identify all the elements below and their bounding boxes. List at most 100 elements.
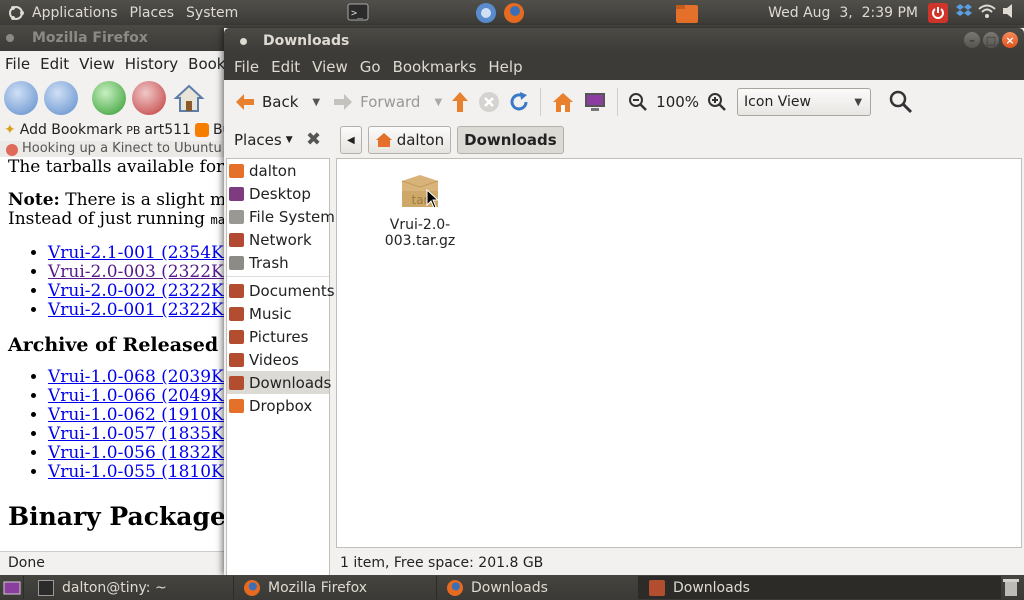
sidebar-item-label: Pictures xyxy=(249,327,309,346)
archive-link[interactable]: Vrui-1.0-062 (1910KB xyxy=(48,405,236,425)
minimize-icon[interactable]: – xyxy=(964,32,980,48)
task-label: Downloads xyxy=(673,579,750,596)
task-firefox[interactable]: Mozilla Firefox xyxy=(234,576,437,599)
wifi-icon[interactable] xyxy=(978,3,996,23)
toolbar-separator xyxy=(617,88,619,116)
status-text: 1 item, Free space: 201.8 GB xyxy=(340,555,544,571)
stop-button[interactable] xyxy=(474,86,504,118)
forward-button[interactable]: Forward ▼ xyxy=(328,86,446,118)
sidebar-item-dropbox[interactable]: Dropbox xyxy=(227,394,329,417)
view-mode-select[interactable]: Icon View ▼ xyxy=(737,88,872,116)
home-folder-launcher-icon[interactable] xyxy=(675,2,698,23)
system-menu[interactable]: System xyxy=(180,5,244,21)
ubuntu-logo-icon[interactable] xyxy=(6,3,26,23)
applications-menu[interactable]: Applications xyxy=(26,5,124,21)
chromium-launcher-icon[interactable] xyxy=(475,2,497,23)
sidebar-item-filesystem[interactable]: File System xyxy=(227,205,335,228)
ff-menu-view[interactable]: View xyxy=(74,55,120,73)
bm-pb[interactable]: PB xyxy=(126,124,140,137)
zoom-level[interactable]: 100% xyxy=(652,93,703,111)
nautilus-titlebar[interactable]: Downloads – □ × xyxy=(224,28,1024,54)
sidebar-item-network[interactable]: Network xyxy=(227,228,329,251)
add-bookmark-icon[interactable]: ✦ xyxy=(4,122,16,138)
bm-art511[interactable]: art511 xyxy=(144,122,191,138)
archive-link[interactable]: Vrui-1.0-066 (2049KB xyxy=(48,386,236,406)
sidebar-divider xyxy=(227,276,329,277)
zoom-out-button[interactable] xyxy=(624,86,652,118)
note-label: Note: xyxy=(8,190,60,210)
release-link[interactable]: Vrui-2.1-001 (2354KB xyxy=(48,243,236,263)
forward-arrow-icon xyxy=(334,94,353,110)
path-scroll-left-button[interactable]: ◀ xyxy=(340,126,362,154)
clock[interactable]: Wed Aug 3, 2:39 PM xyxy=(762,5,924,21)
task-terminal[interactable]: dalton@tiny: ~ xyxy=(24,576,234,599)
window-menu-icon[interactable] xyxy=(240,37,247,45)
sidebar-item-downloads[interactable]: Downloads xyxy=(227,371,331,394)
ff-menu-history[interactable]: History xyxy=(120,55,183,73)
sidebar-item-trash[interactable]: Trash xyxy=(227,251,329,274)
home-button[interactable] xyxy=(547,86,579,118)
task-downloads-firefox[interactable]: Downloads xyxy=(437,576,639,599)
path-button-downloads[interactable]: Downloads xyxy=(457,126,564,154)
places-sidebar: dalton Desktop File System Network Trash… xyxy=(226,158,335,576)
ff-reload-icon[interactable] xyxy=(92,81,126,115)
archive-link[interactable]: Vrui-1.0-056 (1832KB xyxy=(48,443,236,463)
zoom-in-button[interactable] xyxy=(703,86,731,118)
firefox-icon xyxy=(244,579,260,596)
sidebar-item-label: Dropbox xyxy=(249,396,313,415)
archive-link[interactable]: Vrui-1.0-068 (2039KB xyxy=(48,367,236,387)
terminal-launcher-icon[interactable]: >_ xyxy=(347,2,369,23)
sidebar-item-dalton[interactable]: dalton xyxy=(227,159,329,182)
show-desktop-icon[interactable] xyxy=(0,576,24,599)
sidebar-item-videos[interactable]: Videos xyxy=(227,348,329,371)
back-history-chevron-down-icon[interactable]: ▼ xyxy=(312,97,320,108)
window-menu-icon[interactable] xyxy=(6,34,14,42)
sidebar-item-music[interactable]: Music xyxy=(227,302,329,325)
close-icon[interactable]: × xyxy=(1002,32,1018,48)
ff-back-icon[interactable] xyxy=(4,81,38,115)
menu-edit[interactable]: Edit xyxy=(265,58,306,76)
power-icon[interactable] xyxy=(928,2,948,23)
menu-go[interactable]: Go xyxy=(354,58,387,76)
ff-stop-icon[interactable] xyxy=(132,81,166,115)
reload-button[interactable] xyxy=(504,86,534,118)
sidebar-item-pictures[interactable]: Pictures xyxy=(227,325,329,348)
archive-link[interactable]: Vrui-1.0-057 (1835KB xyxy=(48,424,236,444)
task-downloads-nautilus[interactable]: Downloads xyxy=(639,576,1001,599)
file-icon-view[interactable]: tar Vrui-2.0-003.tar.gz xyxy=(336,158,1022,548)
trash-applet-icon[interactable] xyxy=(1002,577,1020,597)
release-link[interactable]: Vrui-2.0-003 (2322KB xyxy=(48,262,236,282)
forward-history-chevron-down-icon[interactable]: ▼ xyxy=(434,97,442,108)
blogger-icon[interactable] xyxy=(194,123,209,137)
firefox-launcher-icon[interactable] xyxy=(502,2,524,23)
dropbox-icon[interactable] xyxy=(956,3,972,23)
menu-bookmarks[interactable]: Bookmarks xyxy=(387,58,483,76)
up-button[interactable] xyxy=(446,86,474,118)
file-item[interactable]: tar Vrui-2.0-003.tar.gz xyxy=(355,171,485,249)
menu-file[interactable]: File xyxy=(228,58,265,76)
ff-menu-edit[interactable]: Edit xyxy=(35,55,74,73)
ff-home-icon[interactable] xyxy=(172,81,206,115)
search-button[interactable] xyxy=(885,86,917,118)
ff-forward-icon[interactable] xyxy=(44,81,78,115)
release-link[interactable]: Vrui-2.0-002 (2322KB xyxy=(48,281,236,301)
menu-help[interactable]: Help xyxy=(482,58,528,76)
maximize-icon[interactable]: □ xyxy=(983,32,999,48)
volume-icon[interactable] xyxy=(1002,3,1018,23)
sidebar-item-desktop[interactable]: Desktop xyxy=(227,182,329,205)
zoom-out-icon xyxy=(629,93,648,111)
computer-button[interactable] xyxy=(579,86,611,118)
sidebar-item-documents[interactable]: Documents xyxy=(227,279,335,302)
top-panel: Applications Places System >_ Wed Aug 3,… xyxy=(0,0,1024,25)
close-sidebar-icon[interactable]: ✖ xyxy=(306,129,321,150)
release-link[interactable]: Vrui-2.0-001 (2322KB xyxy=(48,300,236,320)
chevron-down-icon: ▼ xyxy=(854,96,863,108)
firefox-title: Mozilla Firefox xyxy=(32,30,148,46)
back-button[interactable]: Back ▼ xyxy=(230,86,324,118)
path-button-dalton[interactable]: dalton xyxy=(367,126,452,154)
menu-view[interactable]: View xyxy=(306,58,354,76)
archive-link[interactable]: Vrui-1.0-055 (1810KB xyxy=(48,462,236,482)
places-menu[interactable]: Places xyxy=(124,5,181,21)
ff-menu-file[interactable]: File xyxy=(0,55,35,73)
bm-add-bookmark[interactable]: Add Bookmark xyxy=(20,122,122,138)
